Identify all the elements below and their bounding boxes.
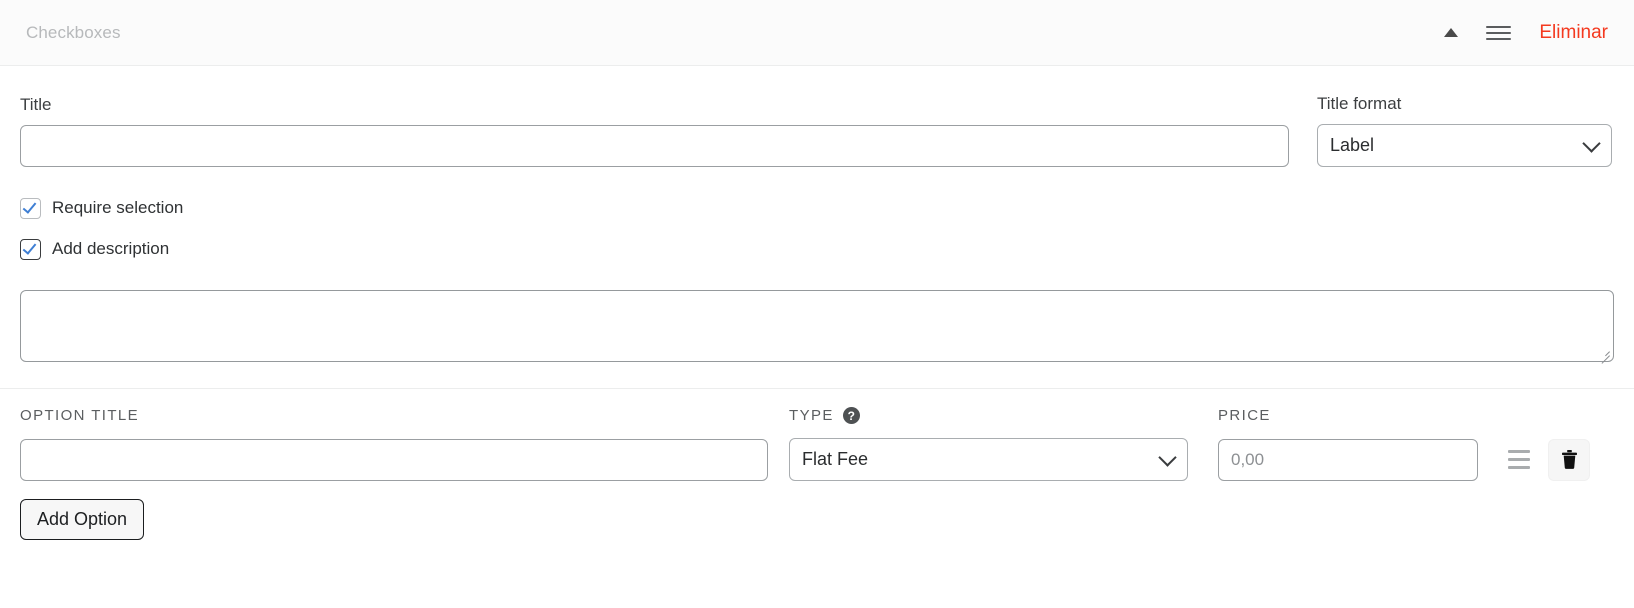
hamburger-line: [1485, 25, 1511, 28]
check-tick-icon: [22, 239, 37, 255]
title-format-select[interactable]: Label: [1317, 124, 1612, 167]
delete-option-button[interactable]: [1548, 438, 1590, 481]
title-format-group: Title format Label: [1317, 94, 1612, 167]
title-field-group: Title: [20, 95, 1289, 167]
caret-up-glyph: [1444, 28, 1459, 37]
option-price-cell: [1188, 438, 1478, 481]
hamburger-line: [1485, 31, 1511, 34]
checkbox-box-add-description[interactable]: [20, 238, 41, 260]
drag-handle-icon[interactable]: [1502, 443, 1536, 477]
option-actions-cell: [1478, 438, 1634, 481]
checkbox-label-require-selection: Require selection: [52, 198, 184, 217]
help-circle-icon[interactable]: ?: [842, 407, 860, 424]
resize-line: [1601, 355, 1610, 364]
checkbox-box-require-selection[interactable]: [20, 197, 41, 219]
caret-up-icon[interactable]: [1431, 16, 1471, 50]
delete-block-button[interactable]: Eliminar: [1539, 22, 1608, 44]
trash-icon: [1561, 450, 1577, 469]
column-header-type-label: TYPE: [789, 407, 834, 424]
column-header-option-title: OPTION TITLE: [20, 407, 140, 424]
option-type-cell: Flat Fee: [768, 438, 1188, 481]
option-price-input[interactable]: [1218, 438, 1478, 481]
drag-line: [1508, 458, 1530, 461]
drag-line: [1508, 450, 1530, 453]
options-table-header: OPTION TITLE TYPE ? PRICE: [0, 389, 1634, 424]
panel-title: Checkboxes: [26, 22, 121, 42]
checkbox-add-description[interactable]: Add description: [20, 234, 169, 264]
title-row: Title Title format Label: [0, 66, 1634, 167]
option-title-input[interactable]: [20, 438, 768, 481]
hamburger-drag-icon[interactable]: [1471, 16, 1525, 50]
column-header-type: TYPE ?: [768, 407, 1188, 424]
checkbox-require-selection[interactable]: Require selection: [20, 193, 183, 223]
drag-line: [1508, 466, 1530, 469]
hamburger-line: [1485, 37, 1511, 40]
add-option-wrap: Add Option: [0, 481, 1634, 540]
add-option-button[interactable]: Add Option: [20, 499, 145, 540]
column-header-price: PRICE: [1218, 407, 1271, 424]
checkbox-group: Require selection Add description: [0, 167, 1634, 264]
description-wrap: [0, 275, 1634, 364]
title-label: Title: [20, 95, 52, 114]
option-row: Flat Fee: [0, 424, 1634, 481]
option-type-select-wrap: Flat Fee: [789, 438, 1188, 481]
title-format-label: Title format: [1317, 94, 1402, 113]
option-type-select[interactable]: Flat Fee: [789, 438, 1188, 481]
checkbox-label-add-description: Add description: [52, 239, 170, 258]
title-input[interactable]: [20, 125, 1289, 167]
title-format-select-wrap: Label: [1317, 124, 1612, 167]
check-tick-icon: [22, 198, 37, 214]
header-tools: Eliminar: [1431, 16, 1608, 50]
option-title-cell: [20, 438, 768, 481]
resize-handle-icon[interactable]: [1597, 345, 1610, 364]
panel-body: Title Title format Label Require selecti…: [0, 66, 1634, 540]
description-textarea[interactable]: [20, 290, 1614, 364]
panel-header: Checkboxes Eliminar: [0, 0, 1634, 66]
